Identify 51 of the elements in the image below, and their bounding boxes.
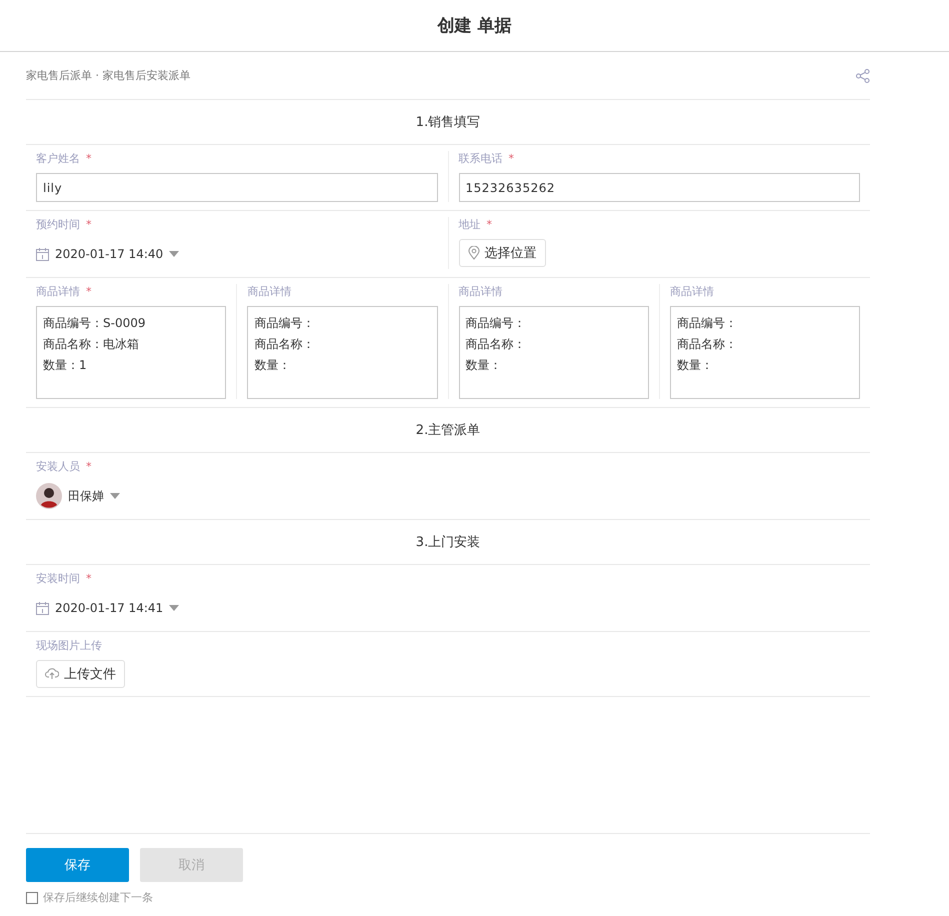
section-title: 2.主管派单 bbox=[416, 422, 480, 439]
detail-line: 数量： bbox=[254, 357, 292, 374]
field-label: 现场图片上传 bbox=[36, 638, 102, 654]
detail-line: 商品编号：S-0009 bbox=[43, 315, 146, 332]
field-label: 安装人员 * bbox=[36, 459, 92, 475]
detail-line: 商品编号： bbox=[466, 315, 526, 332]
field-label: 客户姓名 * bbox=[36, 151, 92, 167]
text-field[interactable]: lily bbox=[36, 173, 438, 202]
checkbox-label: 保存后继续创建下一条 bbox=[43, 890, 153, 905]
field-label: 联系电话 * bbox=[458, 151, 514, 167]
field-label: 商品详情 bbox=[670, 284, 714, 300]
detail-line: 数量： bbox=[676, 357, 714, 374]
detail-line: 商品名称：电冰箱 bbox=[43, 336, 140, 353]
caret-icon bbox=[169, 251, 180, 257]
location-pin-icon bbox=[468, 246, 480, 260]
save-button[interactable]: 保存 bbox=[26, 848, 129, 882]
detail-line: 数量： bbox=[466, 357, 502, 374]
text-area[interactable]: 商品编号：S-0009 商品名称：电冰箱 数量：1 bbox=[36, 306, 226, 399]
assignee-name[interactable]: 田保婵 bbox=[68, 488, 104, 504]
detail-line: 商品名称： bbox=[466, 336, 526, 353]
calendar-icon bbox=[36, 602, 49, 614]
detail-line: 商品名称： bbox=[676, 336, 738, 353]
field-label: 商品详情 bbox=[458, 284, 502, 300]
page-title: 创建 单据 bbox=[438, 15, 512, 37]
checkbox[interactable] bbox=[26, 892, 38, 904]
detail-line: 商品编号： bbox=[676, 315, 738, 332]
text-area[interactable]: 商品编号： 商品名称： 数量： bbox=[458, 306, 649, 399]
text-area[interactable]: 商品编号： 商品名称： 数量： bbox=[247, 306, 438, 399]
detail-line: 数量：1 bbox=[43, 357, 88, 374]
field-label: 预约时间 * bbox=[36, 217, 92, 233]
date-value[interactable]: 2020-01-17 14:41 bbox=[55, 601, 164, 615]
caret-icon bbox=[110, 493, 120, 499]
date-value[interactable]: 2020-01-17 14:40 bbox=[55, 247, 164, 261]
field-label: 商品详情 bbox=[247, 284, 292, 300]
field-label: 安装时间 * bbox=[36, 571, 92, 587]
share-icon[interactable] bbox=[856, 68, 870, 82]
upload-button[interactable]: 上传文件 bbox=[36, 660, 125, 688]
breadcrumb: 家电售后派单 · 家电售后安装派单 bbox=[26, 68, 190, 83]
caret-icon bbox=[169, 605, 180, 611]
field-label: 地址 * bbox=[458, 217, 492, 233]
select-location-button[interactable]: 选择位置 bbox=[458, 239, 546, 267]
section-title: 1.销售填写 bbox=[416, 114, 480, 131]
detail-line: 商品编号： bbox=[254, 315, 316, 332]
field-label: 商品详情 * bbox=[36, 284, 92, 300]
cloud-upload-icon bbox=[45, 668, 59, 680]
section-title: 3.上门安装 bbox=[416, 534, 480, 551]
avatar bbox=[36, 483, 62, 509]
detail-line: 商品名称： bbox=[254, 336, 316, 353]
text-area[interactable]: 商品编号： 商品名称： 数量： bbox=[670, 306, 860, 399]
calendar-icon bbox=[36, 248, 49, 260]
text-field[interactable]: 15232635262 bbox=[458, 173, 860, 202]
